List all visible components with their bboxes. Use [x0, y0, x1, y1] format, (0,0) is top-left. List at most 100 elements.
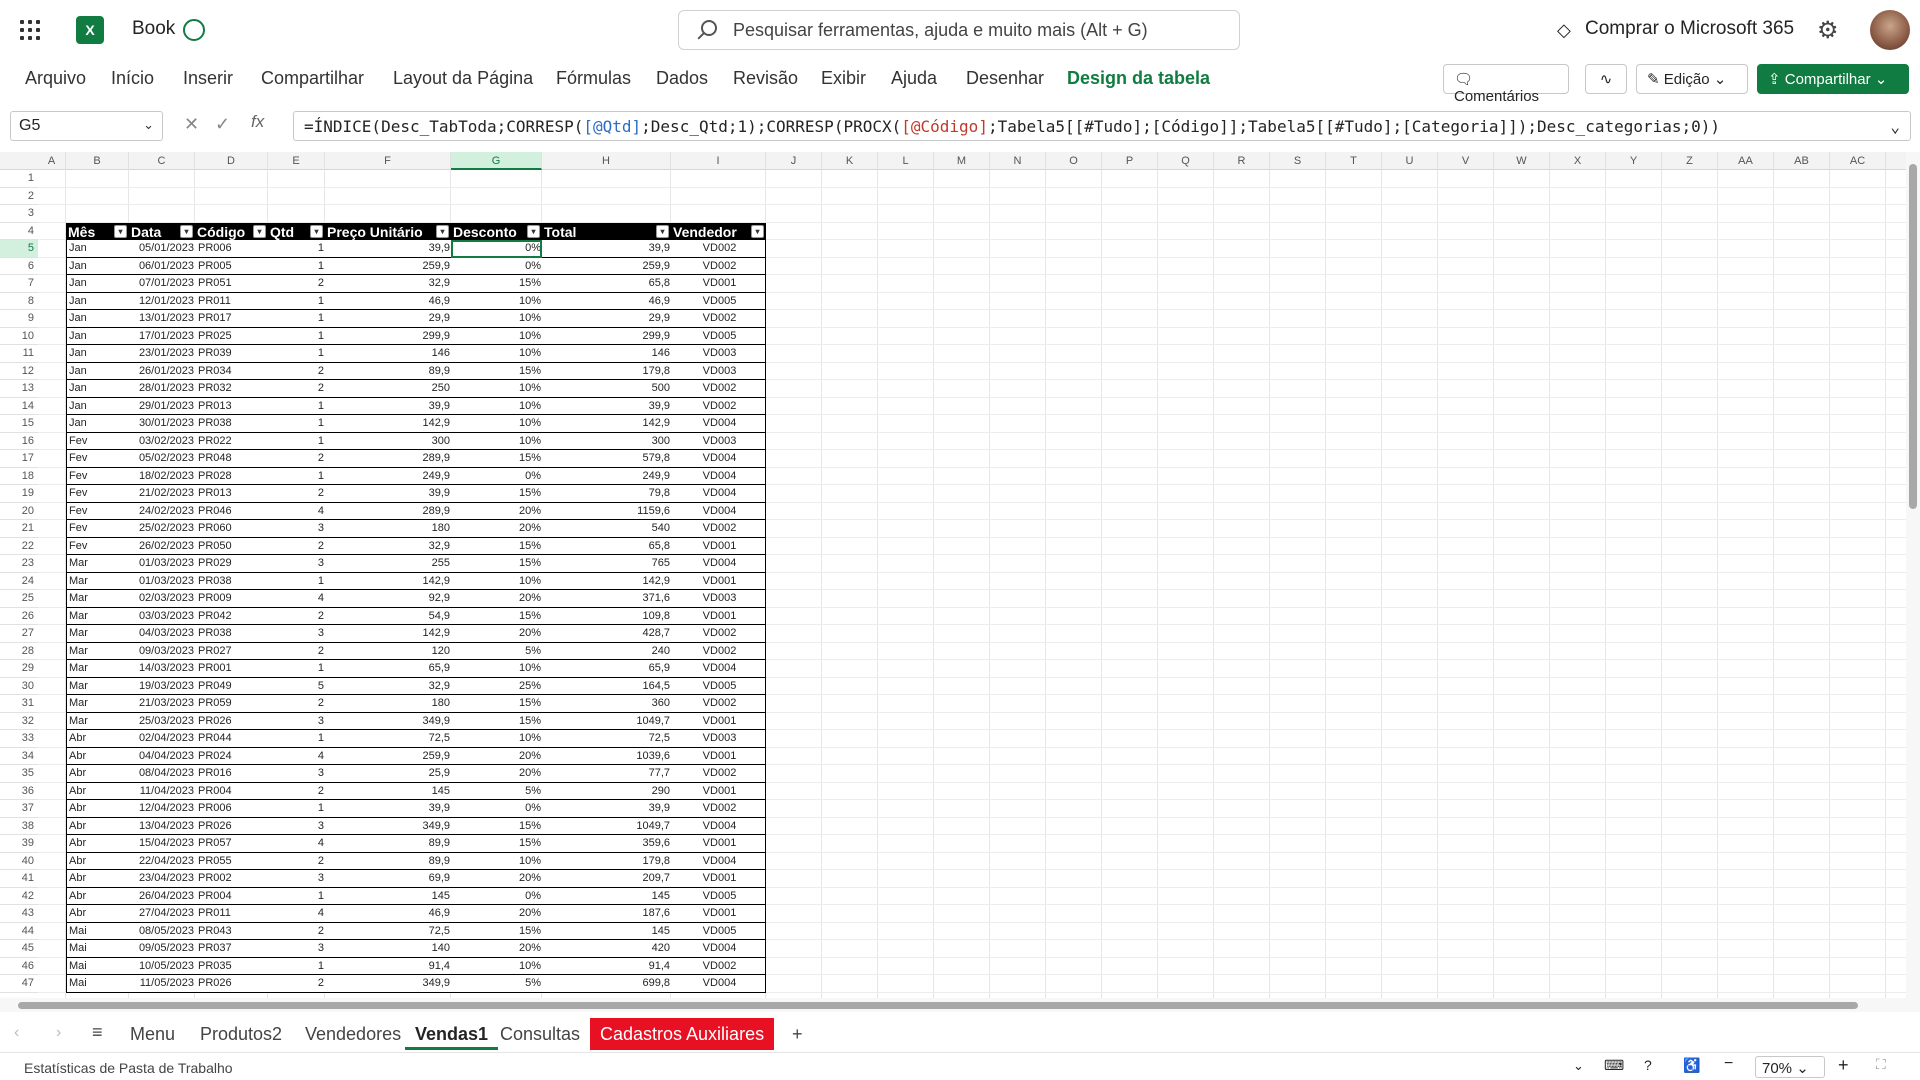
table-cell[interactable]: 22/04/2023 [132, 853, 194, 871]
table-cell[interactable]: Mar [69, 573, 128, 591]
row-header[interactable]: 38 [0, 818, 38, 835]
table-cell[interactable]: 09/05/2023 [132, 940, 194, 958]
table-cell[interactable]: PR028 [198, 468, 267, 486]
table-cell[interactable]: Fev [69, 520, 128, 538]
table-cell[interactable]: 5% [454, 975, 541, 993]
filter-dropdown-icon[interactable]: ▾ [436, 224, 449, 238]
table-cell[interactable]: 699,8 [545, 975, 670, 993]
table-header-cell[interactable]: Total ▾ [542, 223, 671, 241]
column-header[interactable]: M [934, 152, 990, 170]
ribbon-tab[interactable]: Exibir [821, 68, 866, 89]
row-header[interactable]: 9 [0, 310, 38, 328]
table-cell[interactable]: 4 [271, 835, 324, 853]
ribbon-tab[interactable]: Design da tabela [1067, 68, 1210, 89]
table-cell[interactable]: Jan [69, 398, 128, 416]
table-cell[interactable]: VD004 [674, 818, 765, 836]
column-header[interactable]: X [1550, 152, 1606, 170]
table-cell[interactable]: 10% [454, 660, 541, 678]
table-cell[interactable]: Jan [69, 275, 128, 293]
table-cell[interactable]: Abr [69, 853, 128, 871]
table-cell[interactable]: 46,9 [328, 905, 450, 923]
help-icon[interactable]: ? [1644, 1057, 1652, 1073]
row-header[interactable]: 10 [0, 328, 38, 345]
table-cell[interactable]: Mar [69, 660, 128, 678]
row-header[interactable]: 46 [0, 958, 38, 975]
table-cell[interactable]: 5% [454, 643, 541, 661]
table-cell[interactable]: 15% [454, 608, 541, 626]
table-cell[interactable]: 06/01/2023 [132, 258, 194, 276]
table-cell[interactable]: 1 [271, 888, 324, 906]
table-cell[interactable]: 1049,7 [545, 818, 670, 836]
table-cell[interactable]: VD004 [674, 468, 765, 486]
row-header[interactable]: 40 [0, 853, 38, 870]
table-cell[interactable]: 1049,7 [545, 713, 670, 731]
table-cell[interactable]: PR039 [198, 345, 267, 363]
table-cell[interactable]: 4 [271, 748, 324, 766]
table-cell[interactable]: VD001 [674, 713, 765, 731]
table-cell[interactable]: 04/04/2023 [132, 748, 194, 766]
table-cell[interactable]: 299,9 [545, 328, 670, 346]
table-cell[interactable]: Jan [69, 293, 128, 311]
table-cell[interactable]: 420 [545, 940, 670, 958]
table-cell[interactable]: 360 [545, 695, 670, 713]
table-cell[interactable]: Mai [69, 940, 128, 958]
table-cell[interactable]: VD004 [674, 975, 765, 993]
table-cell[interactable]: 1 [271, 730, 324, 748]
table-cell[interactable]: PR048 [198, 450, 267, 468]
table-cell[interactable]: 39,9 [545, 398, 670, 416]
table-cell[interactable]: 05/02/2023 [132, 450, 194, 468]
table-cell[interactable]: Abr [69, 888, 128, 906]
table-cell[interactable]: 15% [454, 363, 541, 381]
table-cell[interactable]: 25/02/2023 [132, 520, 194, 538]
table-cell[interactable]: Fev [69, 485, 128, 503]
table-cell[interactable]: 10% [454, 345, 541, 363]
table-cell[interactable]: 20% [454, 503, 541, 521]
table-cell[interactable]: 179,8 [545, 363, 670, 381]
column-header[interactable]: B [66, 152, 129, 170]
scroll-thumb[interactable] [18, 1002, 1858, 1009]
zoom-in-icon[interactable]: + [1838, 1055, 1849, 1076]
ribbon-tab[interactable]: Desenhar [966, 68, 1044, 89]
row-header[interactable]: 20 [0, 503, 38, 520]
column-header[interactable]: N [990, 152, 1046, 170]
table-cell[interactable]: 255 [328, 555, 450, 573]
saved-status-icon[interactable] [183, 19, 205, 41]
table-cell[interactable]: Jan [69, 240, 128, 258]
table-cell[interactable]: 2 [271, 783, 324, 801]
row-header[interactable]: 31 [0, 695, 38, 713]
column-header[interactable]: O [1046, 152, 1102, 170]
table-cell[interactable]: VD001 [674, 835, 765, 853]
column-header[interactable]: L [878, 152, 934, 170]
table-cell[interactable]: PR024 [198, 748, 267, 766]
table-cell[interactable]: PR004 [198, 888, 267, 906]
column-header[interactable]: R [1214, 152, 1270, 170]
table-cell[interactable]: PR009 [198, 590, 267, 608]
table-cell[interactable]: Mai [69, 923, 128, 941]
table-cell[interactable]: 10% [454, 433, 541, 451]
row-header[interactable]: 23 [0, 555, 38, 573]
column-header[interactable]: Y [1606, 152, 1662, 170]
table-cell[interactable]: 14/03/2023 [132, 660, 194, 678]
row-header[interactable]: 7 [0, 275, 38, 293]
table-cell[interactable]: 1 [271, 573, 324, 591]
workbook-statistics-link[interactable]: Estatísticas de Pasta de Trabalho [24, 1060, 233, 1076]
table-header-cell[interactable]: Qtd ▾ [268, 223, 325, 241]
table-cell[interactable]: PR034 [198, 363, 267, 381]
table-cell[interactable]: 89,9 [328, 363, 450, 381]
table-cell[interactable]: 89,9 [328, 853, 450, 871]
table-cell[interactable]: PR011 [198, 905, 267, 923]
table-cell[interactable]: 1 [271, 433, 324, 451]
table-cell[interactable]: 2 [271, 975, 324, 993]
filter-dropdown-icon[interactable]: ▾ [656, 224, 669, 238]
ribbon-tab[interactable]: Layout da Página [393, 68, 533, 89]
table-cell[interactable]: 500 [545, 380, 670, 398]
column-header[interactable]: E [268, 152, 325, 170]
table-cell[interactable]: Jan [69, 345, 128, 363]
table-cell[interactable]: Abr [69, 835, 128, 853]
filter-dropdown-icon[interactable]: ▾ [114, 224, 127, 238]
column-header[interactable]: AB [1774, 152, 1830, 170]
table-cell[interactable]: 54,9 [328, 608, 450, 626]
table-cell[interactable]: 1 [271, 240, 324, 258]
table-cell[interactable]: VD002 [674, 398, 765, 416]
vertical-scrollbar[interactable] [1906, 152, 1920, 998]
